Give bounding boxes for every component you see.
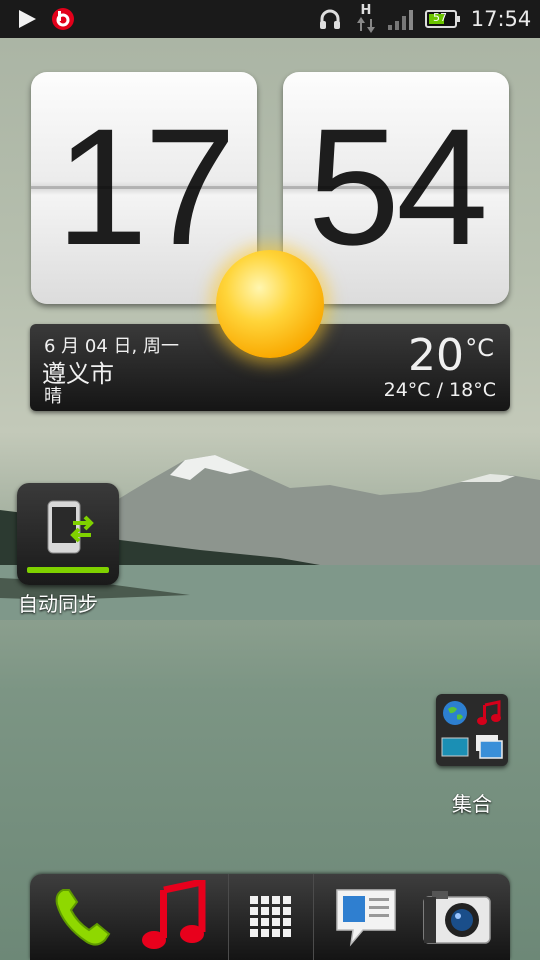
battery-level: 57 [433,11,447,24]
weather-temperature: 20 [408,330,464,381]
dock-divider [313,874,314,960]
music-note-icon [473,697,505,729]
play-icon [14,0,40,38]
folder-collection[interactable] [436,694,508,766]
dock [30,874,510,960]
messages-icon[interactable] [326,874,406,960]
status-bar-time: 17:54 [470,7,532,31]
signal-icon [386,0,418,38]
headset-icon [316,0,344,38]
sun-icon [216,250,324,358]
battery-icon: 57 [424,0,462,38]
weather-temp-range: 24°C / 18°C [383,379,496,401]
phone-sync-icon [45,499,95,559]
clock-hour[interactable]: 17 [31,72,257,304]
auto-sync-label: 自动同步 [18,592,98,616]
weather-condition: 晴 [44,386,62,407]
weather-temperature-unit: °C [465,334,494,362]
folder-label: 集合 [452,792,492,816]
network-type-label: H [360,3,372,18]
sync-status-bar [27,567,109,573]
beats-icon [50,0,76,38]
phone-icon[interactable] [42,874,122,960]
app-grid-icon[interactable] [229,874,313,960]
auto-sync-widget[interactable] [17,483,119,585]
music-icon[interactable] [130,874,220,960]
video-icon [439,731,471,763]
camera-icon[interactable] [414,874,500,960]
globe-icon [439,697,471,729]
gallery-icon [473,731,505,763]
status-bar: H 57 17:54 [0,0,540,38]
data-transfer-icon: H [352,0,380,38]
clock-minute[interactable]: 54 [283,72,509,304]
